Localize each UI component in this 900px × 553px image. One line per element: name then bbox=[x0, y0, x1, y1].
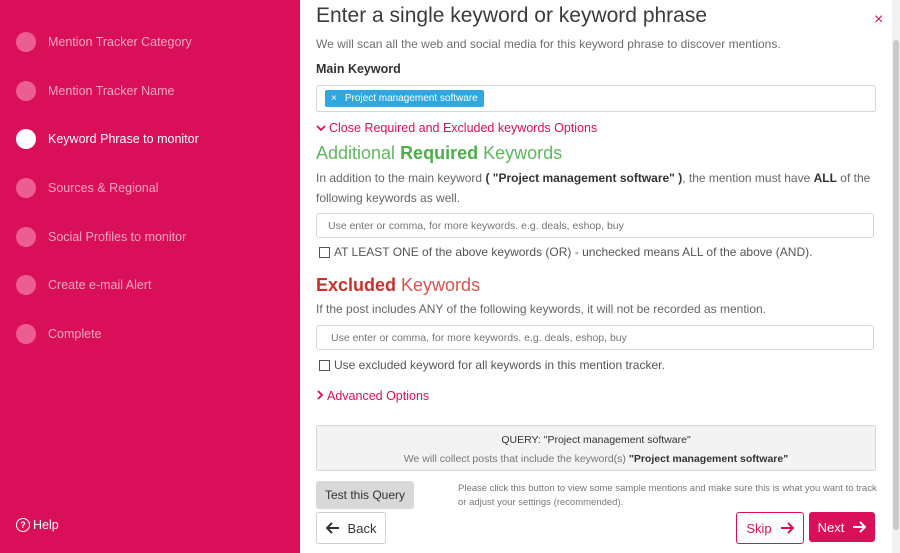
excluded-title-bold: Excluded bbox=[316, 275, 397, 295]
step-sources-regional[interactable]: Sources & Regional bbox=[16, 177, 158, 199]
step-label: Social Profiles to monitor bbox=[48, 230, 187, 244]
step-social-profiles[interactable]: Social Profiles to monitor bbox=[16, 226, 186, 248]
chevron-right-icon bbox=[317, 390, 324, 400]
excluded-keywords-input[interactable] bbox=[316, 325, 874, 350]
required-keywords-description: In addition to the main keyword ( "Proje… bbox=[316, 168, 876, 208]
toggle-keywords-options-link[interactable]: Close Required and Excluded keywords Opt… bbox=[316, 121, 597, 135]
page-title: Enter a single keyword or keyword phrase bbox=[316, 4, 708, 27]
required-keywords-title: Additional Required Keywords bbox=[316, 143, 562, 164]
required-title-post: Keywords bbox=[478, 143, 563, 163]
step-create-email-alert[interactable]: Create e-mail Alert bbox=[16, 274, 152, 296]
query-collect-text: We will collect posts that include the k… bbox=[403, 453, 629, 465]
skip-label: Skip bbox=[746, 520, 772, 536]
required-keywords-input[interactable] bbox=[316, 213, 874, 238]
query-collect-keyword: "Project management software" bbox=[628, 453, 789, 465]
next-label: Next bbox=[817, 519, 845, 535]
excluded-title-post: Keywords bbox=[396, 275, 481, 295]
help-label: Help bbox=[33, 518, 59, 532]
required-desc-keyword: ( "Project management software" ) bbox=[485, 171, 683, 185]
toggle-keywords-options-label: Close Required and Excluded keywords Opt… bbox=[329, 121, 598, 135]
step-indicator bbox=[16, 32, 36, 52]
chevron-down-icon bbox=[316, 125, 326, 132]
step-indicator bbox=[16, 324, 36, 344]
scrollbar-thumb[interactable] bbox=[893, 40, 899, 530]
keyword-tag-label: Project management software bbox=[344, 93, 478, 104]
excluded-all-checkbox-row[interactable]: Use excluded keyword for all keywords in… bbox=[319, 358, 665, 372]
help-link[interactable]: ? Help bbox=[16, 518, 59, 532]
query-line: QUERY: "Project management software" bbox=[501, 434, 691, 446]
step-label: Mention Tracker Category bbox=[48, 35, 192, 49]
step-keyword-phrase[interactable]: Keyword Phrase to monitor bbox=[16, 128, 199, 150]
arrow-right-icon bbox=[853, 521, 867, 533]
arrow-left-icon bbox=[325, 522, 339, 534]
main-keyword-input[interactable]: × Project management software bbox=[316, 85, 876, 112]
step-label: Mention Tracker Name bbox=[48, 84, 175, 98]
close-icon[interactable]: × bbox=[874, 11, 883, 29]
skip-button[interactable]: Skip bbox=[736, 512, 804, 544]
scrollbar[interactable] bbox=[892, 0, 900, 553]
query-summary-box: QUERY: "Project management software" We … bbox=[316, 425, 876, 471]
query-collect-line: We will collect posts that include the k… bbox=[317, 453, 875, 465]
step-indicator bbox=[16, 81, 36, 101]
step-indicator bbox=[16, 275, 36, 295]
excluded-all-checkbox[interactable] bbox=[319, 359, 330, 371]
required-title-pre: Additional bbox=[316, 143, 401, 163]
keyword-tag: × Project management software bbox=[325, 90, 484, 107]
step-indicator bbox=[16, 178, 36, 198]
remove-tag-icon[interactable]: × bbox=[331, 93, 337, 104]
question-circle-icon: ? bbox=[16, 518, 30, 532]
step-indicator bbox=[16, 227, 36, 247]
step-indicator-active bbox=[16, 129, 36, 149]
advanced-options-label: Advanced Options bbox=[327, 389, 430, 403]
excluded-keywords-description: If the post includes ANY of the followin… bbox=[316, 302, 767, 316]
wizard-sidebar: Mention Tracker Category Mention Tracker… bbox=[0, 0, 300, 553]
required-title-bold: Required bbox=[400, 143, 479, 163]
step-label: Keyword Phrase to monitor bbox=[48, 132, 199, 146]
step-mention-tracker-name[interactable]: Mention Tracker Name bbox=[16, 80, 174, 102]
step-label: Create e-mail Alert bbox=[48, 278, 152, 292]
step-label: Complete bbox=[48, 327, 102, 341]
excluded-all-checkbox-label: Use excluded keyword for all keywords in… bbox=[334, 358, 665, 372]
required-desc-part: , the mention must have bbox=[682, 171, 814, 185]
step-label: Sources & Regional bbox=[48, 181, 159, 195]
test-query-button[interactable]: Test this Query bbox=[316, 481, 414, 509]
required-desc-all: ALL bbox=[813, 171, 837, 185]
required-or-checkbox-label: AT LEAST ONE of the above keywords (OR) … bbox=[334, 245, 813, 259]
back-button[interactable]: Back bbox=[316, 512, 386, 544]
excluded-keywords-title: Excluded Keywords bbox=[316, 275, 480, 296]
required-or-checkbox[interactable] bbox=[319, 246, 330, 258]
arrow-right-icon bbox=[780, 522, 794, 534]
step-mention-tracker-category[interactable]: Mention Tracker Category bbox=[16, 31, 192, 53]
main-keyword-label: Main Keyword bbox=[316, 62, 401, 76]
back-label: Back bbox=[347, 520, 377, 536]
page-subtitle: We will scan all the web and social medi… bbox=[316, 37, 781, 51]
step-complete[interactable]: Complete bbox=[16, 323, 102, 345]
required-desc-part: In addition to the main keyword bbox=[316, 171, 486, 185]
required-or-checkbox-row[interactable]: AT LEAST ONE of the above keywords (OR) … bbox=[319, 245, 812, 259]
advanced-options-link[interactable]: Advanced Options bbox=[316, 389, 429, 403]
next-button[interactable]: Next bbox=[809, 512, 875, 542]
test-query-hint: Please click this button to view some sa… bbox=[458, 483, 877, 508]
